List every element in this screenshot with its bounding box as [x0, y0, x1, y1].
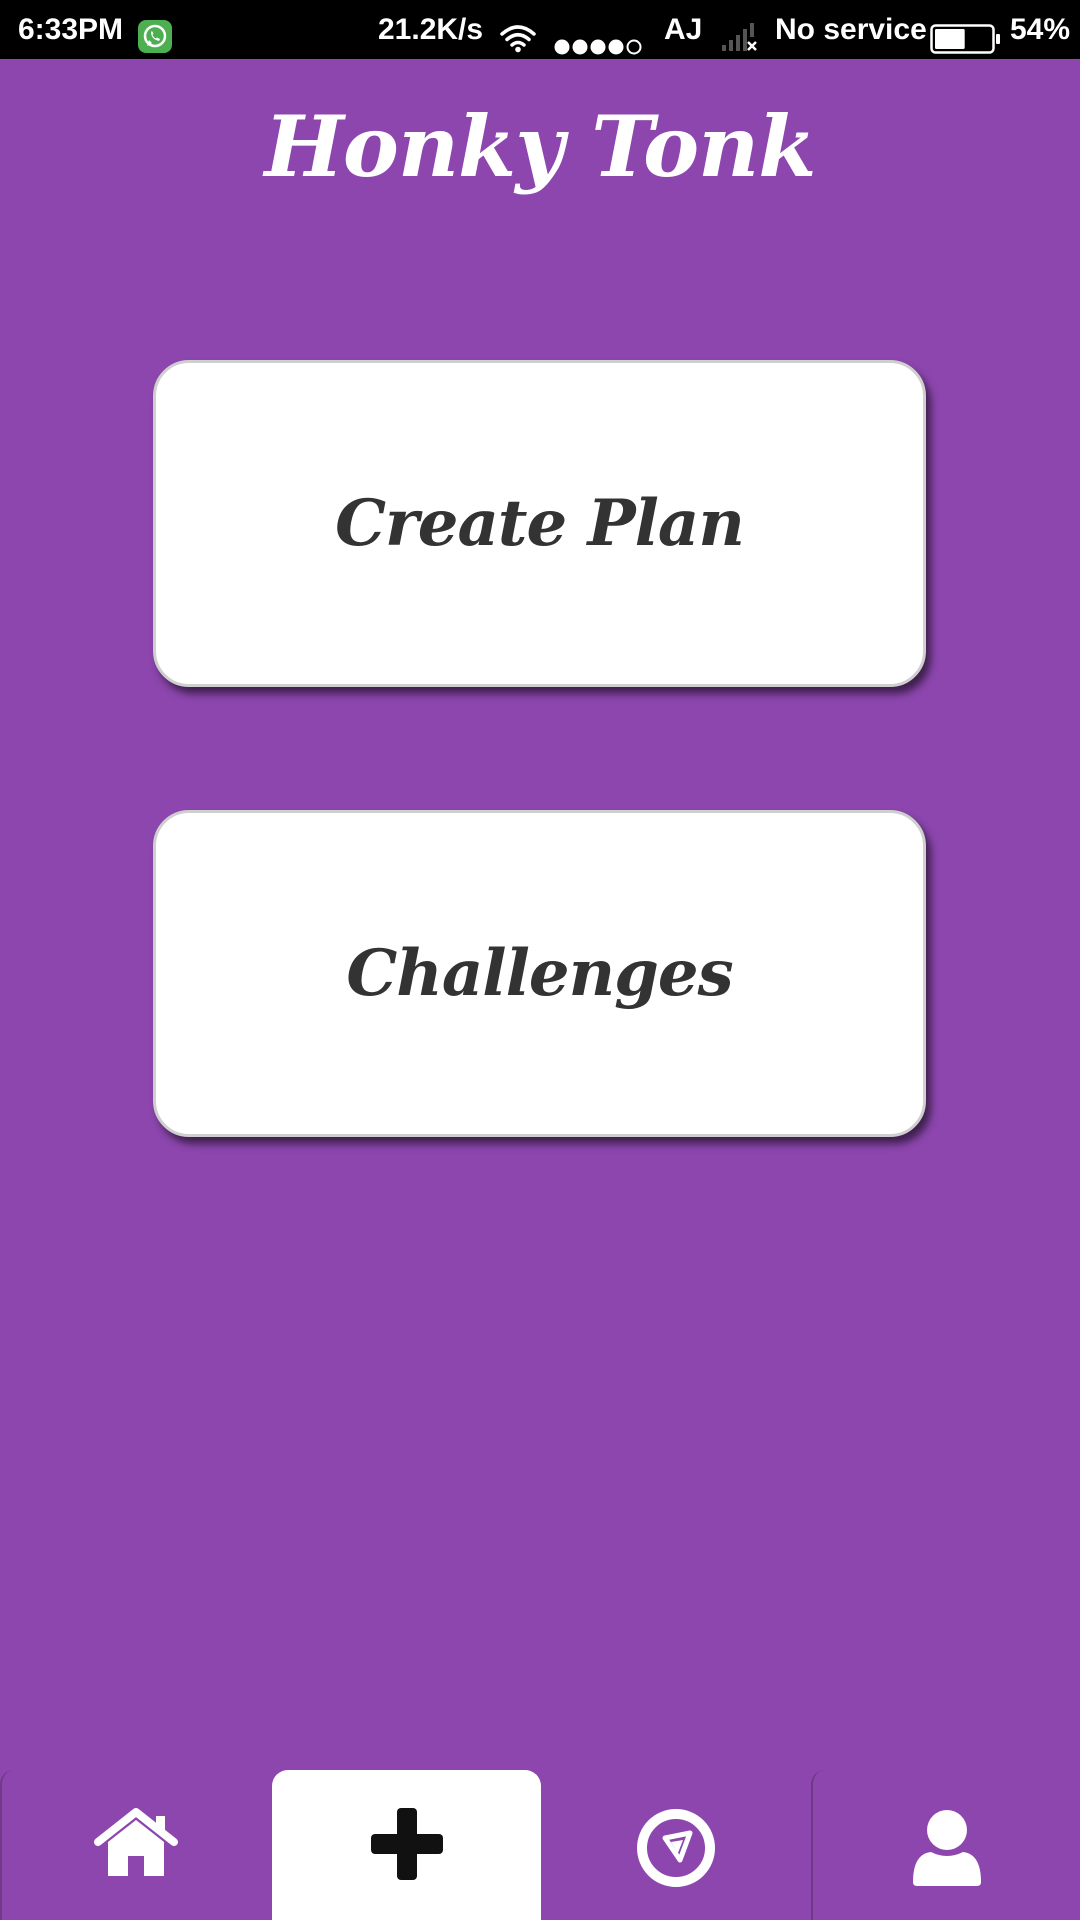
- status-bar: 6:33PM 21.2K/s AJ No service 54%: [0, 0, 1080, 59]
- wifi-icon: [498, 14, 538, 53]
- status-time: 6:33PM: [18, 13, 124, 46]
- no-signal-icon: [720, 14, 760, 51]
- tab-add[interactable]: [272, 1770, 541, 1920]
- play-circle-icon: [636, 1808, 716, 1893]
- tab-explore[interactable]: [541, 1770, 811, 1920]
- network-speed: 21.2K/s: [378, 13, 484, 46]
- page-title: Honky Tonk: [264, 97, 817, 196]
- battery-icon: [930, 15, 1002, 54]
- tab-profile[interactable]: [811, 1770, 1080, 1920]
- challenges-button[interactable]: Challenges: [153, 810, 926, 1137]
- service-status: No service: [775, 13, 927, 46]
- carrier-name: AJ: [664, 13, 703, 46]
- home-icon: [94, 1808, 178, 1883]
- user-icon: [911, 1808, 983, 1893]
- battery-percent: 54%: [1010, 13, 1071, 46]
- plus-icon: [370, 1808, 443, 1885]
- tab-home[interactable]: [0, 1770, 270, 1920]
- create-plan-label: Create Plan: [335, 486, 745, 561]
- challenges-label: Challenges: [346, 936, 733, 1011]
- create-plan-button[interactable]: Create Plan: [153, 360, 926, 687]
- signal-dots-icon: [553, 19, 645, 55]
- whatsapp-icon: [138, 14, 172, 53]
- bottom-nav: [0, 1770, 1080, 1920]
